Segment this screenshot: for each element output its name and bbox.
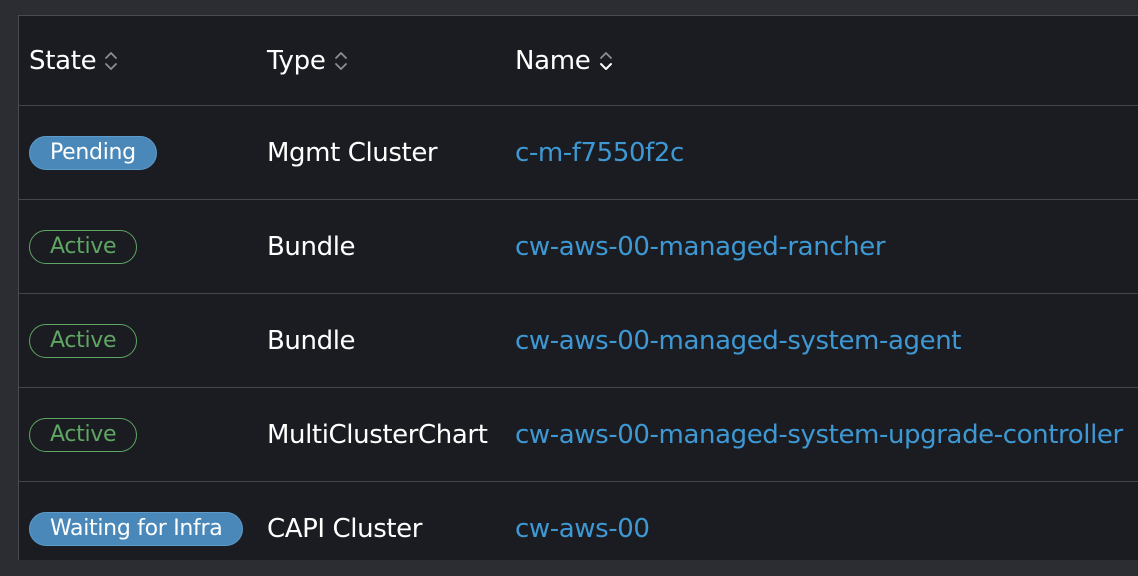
resource-name-link[interactable]: cw-aws-00-managed-system-agent <box>515 326 961 356</box>
state-cell: Active <box>29 388 138 481</box>
header-type[interactable]: Type <box>267 16 348 105</box>
type-text: CAPI Cluster <box>267 514 423 544</box>
status-badge: Pending <box>29 135 157 170</box>
resource-name-link[interactable]: cw-aws-00-managed-system-upgrade-control… <box>515 420 1123 450</box>
type-cell: MultiClusterChart <box>267 388 488 481</box>
state-cell: Pending <box>29 106 157 199</box>
state-cell: Active <box>29 294 138 387</box>
type-text: MultiClusterChart <box>267 419 488 450</box>
state-cell: Active <box>29 200 138 293</box>
type-text: Bundle <box>267 231 356 262</box>
table-row[interactable]: Active Bundle cw-aws-00-managed-rancher <box>19 200 1138 294</box>
type-cell: Mgmt Cluster <box>267 106 438 199</box>
type-cell: Bundle <box>267 294 356 387</box>
status-badge: Active <box>29 229 138 264</box>
resources-table: State Type Name Pending Mgmt Cluster c-m… <box>18 15 1138 560</box>
sort-icon[interactable] <box>104 49 118 73</box>
name-cell: cw-aws-00 <box>515 482 650 576</box>
type-text: Mgmt Cluster <box>267 137 438 168</box>
header-state-label: State <box>29 45 97 76</box>
header-type-label: Type <box>267 45 326 76</box>
sort-icon[interactable] <box>334 49 348 73</box>
status-badge: Active <box>29 417 138 452</box>
type-text: Bundle <box>267 325 356 356</box>
status-badge: Active <box>29 323 138 358</box>
header-name[interactable]: Name <box>515 16 613 105</box>
sort-icon[interactable] <box>599 49 613 73</box>
state-cell: Waiting for Infra <box>29 482 244 576</box>
header-state[interactable]: State <box>29 16 118 105</box>
type-cell: CAPI Cluster <box>267 482 422 576</box>
table-header-row: State Type Name <box>19 16 1138 106</box>
table-row[interactable]: Pending Mgmt Cluster c-m-f7550f2c <box>19 106 1138 200</box>
type-cell: Bundle <box>267 200 356 293</box>
table-row[interactable]: Active Bundle cw-aws-00-managed-system-a… <box>19 294 1138 388</box>
name-cell: c-m-f7550f2c <box>515 106 684 199</box>
resource-name-link[interactable]: c-m-f7550f2c <box>515 138 684 168</box>
name-cell: cw-aws-00-managed-system-agent <box>515 294 961 387</box>
resource-name-link[interactable]: cw-aws-00-managed-rancher <box>515 232 886 262</box>
name-cell: cw-aws-00-managed-system-upgrade-control… <box>515 388 1123 481</box>
status-badge: Waiting for Infra <box>29 512 244 546</box>
name-cell: cw-aws-00-managed-rancher <box>515 200 886 293</box>
header-name-label: Name <box>515 45 591 76</box>
resource-name-link[interactable]: cw-aws-00 <box>515 514 650 544</box>
table-row[interactable]: Active MultiClusterChart cw-aws-00-manag… <box>19 388 1138 482</box>
table-row[interactable]: Waiting for Infra CAPI Cluster cw-aws-00 <box>19 482 1138 576</box>
